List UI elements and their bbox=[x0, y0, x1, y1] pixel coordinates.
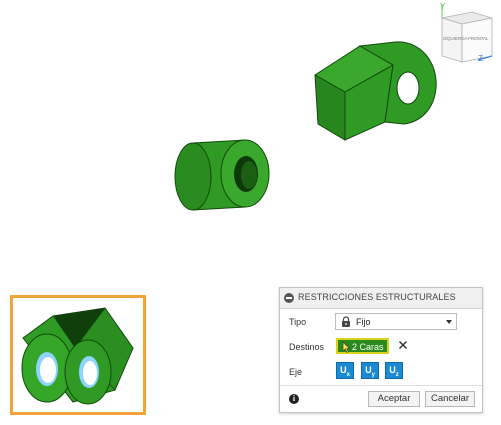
viewcube-axis-z: Z bbox=[478, 54, 483, 63]
accept-button[interactable]: Aceptar bbox=[368, 391, 420, 407]
viewcube-face-front[interactable]: FRONTAL bbox=[468, 36, 489, 41]
info-icon[interactable]: i bbox=[289, 394, 299, 404]
tipo-label: Tipo bbox=[289, 317, 307, 327]
cursor-icon bbox=[342, 341, 351, 353]
destinos-selection-count: 2 Caras bbox=[352, 342, 384, 352]
viewcube-face-left[interactable]: IZQUIERDA bbox=[443, 36, 468, 41]
destinos-label: Destinos bbox=[289, 342, 325, 352]
dialog-divider bbox=[280, 385, 482, 386]
bushing-part[interactable] bbox=[174, 139, 270, 211]
axis-uz-button[interactable]: Uz bbox=[385, 362, 403, 379]
axis-ux-button[interactable]: Ux bbox=[336, 362, 354, 379]
dialog-header[interactable]: RESTRICCIONES ESTRUCTURALES bbox=[280, 288, 482, 309]
tipo-value: Fijo bbox=[356, 317, 371, 327]
axis-uy-button[interactable]: Uy bbox=[361, 362, 379, 379]
viewcube[interactable]: Y Z IZQUIERDA FRONTAL bbox=[430, 2, 498, 68]
structural-constraints-dialog: RESTRICCIONES ESTRUCTURALES Tipo Fijo De… bbox=[279, 287, 483, 413]
clear-selection-icon[interactable] bbox=[398, 340, 408, 350]
lock-icon bbox=[342, 316, 350, 327]
collapse-icon[interactable] bbox=[284, 293, 294, 303]
dropdown-arrow-icon bbox=[446, 320, 452, 324]
dialog-title: RESTRICCIONES ESTRUCTURALES bbox=[298, 292, 456, 302]
tipo-dropdown[interactable]: Fijo bbox=[335, 313, 457, 330]
eje-label: Eje bbox=[289, 367, 303, 377]
viewcube-axis-y: Y bbox=[440, 2, 446, 11]
bracket-part[interactable] bbox=[314, 41, 437, 141]
destinos-selection-button[interactable]: 2 Caras bbox=[336, 338, 389, 354]
selection-preview-thumbnail bbox=[10, 295, 146, 415]
cancel-button[interactable]: Cancelar bbox=[425, 391, 475, 407]
